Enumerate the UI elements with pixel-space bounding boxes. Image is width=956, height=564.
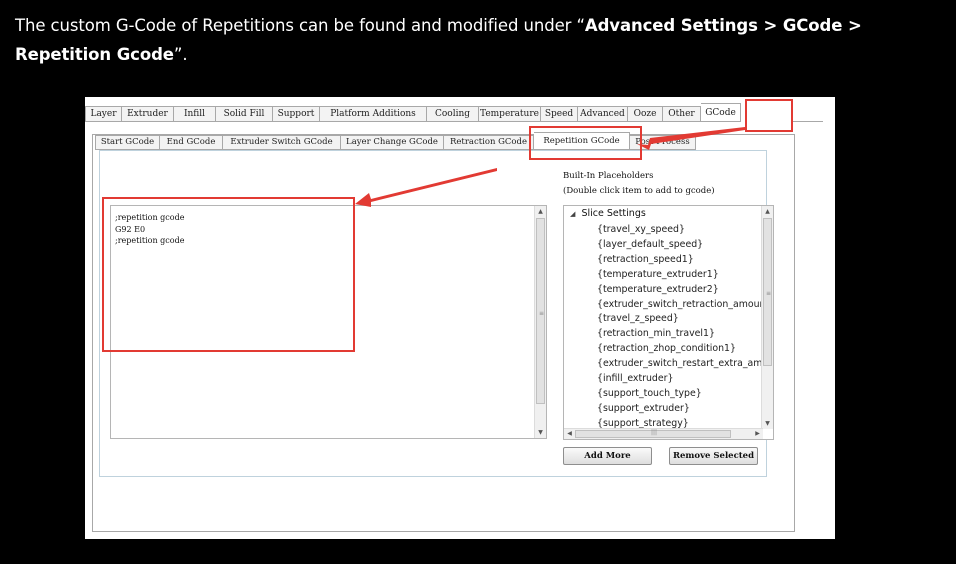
tab-solid-fill[interactable]: Solid Fill bbox=[216, 106, 273, 122]
scroll-up-icon[interactable]: ▲ bbox=[762, 206, 773, 217]
tab-end-gcode[interactable]: End GCode bbox=[160, 135, 223, 150]
add-more-button[interactable]: Add More bbox=[563, 447, 652, 465]
repetition-tab-highlight bbox=[529, 126, 642, 160]
tree-item[interactable]: {layer_default_speed} bbox=[597, 238, 773, 253]
scroll-down-icon[interactable]: ▼ bbox=[535, 427, 546, 438]
collapse-triangle-icon[interactable]: ◢ bbox=[570, 210, 575, 218]
tab-gcode[interactable]: GCode bbox=[701, 103, 741, 122]
tree-hscrollbar[interactable]: ◀ ||| ▶ bbox=[564, 428, 763, 439]
tree-item[interactable]: {temperature_extruder1} bbox=[597, 268, 773, 283]
tree-item[interactable]: {retraction_speed1} bbox=[597, 253, 773, 268]
tab-start-gcode[interactable]: Start GCode bbox=[95, 135, 160, 150]
editor-scrollbar[interactable]: ▲ ≡ ▼ bbox=[534, 206, 546, 438]
tab-extruder[interactable]: Extruder bbox=[122, 106, 174, 122]
caption: The custom G-Code of Repetitions can be … bbox=[15, 11, 940, 69]
tab-support[interactable]: Support bbox=[273, 106, 320, 122]
placeholder-tree[interactable]: ◢ Slice Settings {travel_xy_speed} {laye… bbox=[563, 205, 774, 440]
tab-layer-change-gcode[interactable]: Layer Change GCode bbox=[341, 135, 444, 150]
tab-platform-additions[interactable]: Platform Additions bbox=[320, 106, 427, 122]
tree-item[interactable]: {travel_z_speed} bbox=[597, 312, 773, 327]
tab-layer[interactable]: Layer bbox=[85, 106, 122, 122]
tab-speed[interactable]: Speed bbox=[541, 106, 578, 122]
tab-bar-line bbox=[793, 121, 823, 122]
tab-temperature[interactable]: Temperature bbox=[479, 106, 541, 122]
settings-screenshot: Layer Extruder Infill Solid Fill Support… bbox=[85, 97, 835, 539]
placeholders-title: Built-In Placeholders bbox=[563, 171, 654, 181]
grip-icon: ||| bbox=[651, 429, 658, 436]
tree-items: {travel_xy_speed} {layer_default_speed} … bbox=[597, 223, 773, 432]
tab-ooze[interactable]: Ooze bbox=[628, 106, 663, 122]
main-tab-bar: Layer Extruder Infill Solid Fill Support… bbox=[85, 103, 741, 122]
tab-infill[interactable]: Infill bbox=[174, 106, 216, 122]
scroll-left-icon[interactable]: ◀ bbox=[564, 429, 575, 439]
tree-item[interactable]: {travel_xy_speed} bbox=[597, 223, 773, 238]
scroll-thumb[interactable]: ≡ bbox=[763, 218, 772, 366]
tree-vscrollbar[interactable]: ▲ ≡ ▼ bbox=[761, 206, 773, 429]
tree-group-slice-settings[interactable]: ◢ Slice Settings bbox=[570, 208, 646, 219]
tree-item[interactable]: {retraction_min_travel1} bbox=[597, 327, 773, 342]
scroll-right-icon[interactable]: ▶ bbox=[752, 429, 763, 439]
tree-item[interactable]: {support_extruder} bbox=[597, 402, 773, 417]
placeholders-hint: (Double click item to add to gcode) bbox=[563, 186, 715, 196]
tab-extruder-switch-gcode[interactable]: Extruder Switch GCode bbox=[223, 135, 341, 150]
tree-group-label: Slice Settings bbox=[581, 208, 646, 219]
editor-highlight bbox=[102, 197, 355, 352]
tab-advanced[interactable]: Advanced bbox=[578, 106, 628, 122]
scroll-down-icon[interactable]: ▼ bbox=[762, 418, 773, 429]
tab-retraction-gcode[interactable]: Retraction GCode bbox=[444, 135, 534, 150]
tree-item[interactable]: {support_touch_type} bbox=[597, 387, 773, 402]
tree-item[interactable]: {infill_extruder} bbox=[597, 372, 773, 387]
caption-text: The custom G-Code of Repetitions can be … bbox=[15, 16, 585, 35]
scroll-up-icon[interactable]: ▲ bbox=[535, 206, 546, 217]
tree-item[interactable]: {extruder_switch_restart_extra_amou bbox=[597, 357, 773, 372]
tab-other[interactable]: Other bbox=[663, 106, 701, 122]
remove-selected-button[interactable]: Remove Selected bbox=[669, 447, 758, 465]
tree-item[interactable]: {retraction_zhop_condition1} bbox=[597, 342, 773, 357]
scroll-thumb[interactable]: ≡ bbox=[536, 218, 545, 404]
tree-item[interactable]: {temperature_extruder2} bbox=[597, 283, 773, 298]
tree-item[interactable]: {extruder_switch_retraction_amount1 bbox=[597, 298, 773, 313]
grip-icon: ≡ bbox=[766, 290, 772, 297]
gcode-tab-highlight bbox=[745, 99, 793, 132]
caption-end: ”. bbox=[173, 45, 188, 64]
tab-cooling[interactable]: Cooling bbox=[427, 106, 479, 122]
grip-icon: ≡ bbox=[539, 310, 545, 317]
